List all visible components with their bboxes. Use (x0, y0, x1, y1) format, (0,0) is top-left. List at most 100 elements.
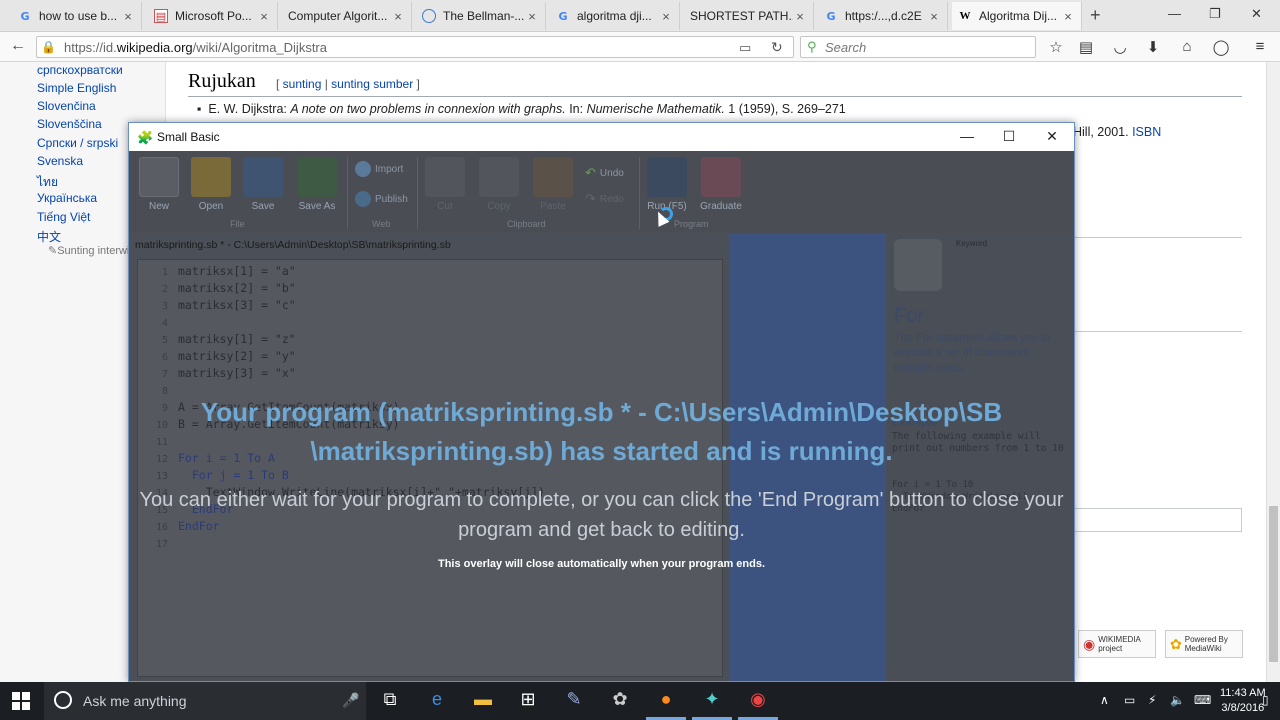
redo-button[interactable]: ↷ Redo (585, 191, 624, 207)
back-arrow-icon[interactable]: ← (8, 37, 28, 57)
scrollbar-thumb[interactable] (1269, 506, 1278, 662)
download-icon[interactable]: ⬇ (1143, 38, 1163, 56)
code-line[interactable]: 1 matriksx[1] = "a" (138, 264, 296, 281)
run-button[interactable]: Run (F5) (643, 157, 691, 212)
graduate-button[interactable]: Graduate (697, 157, 745, 212)
language-link[interactable]: ไทย (37, 173, 58, 192)
mediawiki-logo[interactable]: ✿ Powered By MediaWiki (1165, 630, 1243, 658)
close-tab-icon[interactable]: × (391, 9, 405, 24)
minimize-icon[interactable]: — (955, 128, 979, 144)
notepad-icon[interactable]: ✎ (562, 689, 586, 713)
close-tab-icon[interactable]: × (121, 9, 135, 24)
tab-6[interactable]: SHORTEST PATH... × (684, 2, 814, 30)
tab-1[interactable]: G how to use b... × (12, 2, 142, 30)
code-line[interactable]: 6 matriksy[2] = "y" (138, 349, 296, 366)
close-window-icon[interactable]: ✕ (1251, 6, 1262, 22)
volume-icon[interactable]: 🔈 (1170, 693, 1185, 707)
store-icon[interactable]: ⊞ (516, 689, 540, 713)
home-icon[interactable]: ⌂ (1177, 38, 1197, 55)
small-basic-taskbar-icon[interactable]: ✦ (700, 689, 724, 713)
close-tab-icon[interactable]: × (257, 9, 271, 24)
undo-button[interactable]: ↶ Undo (585, 165, 624, 181)
minimize-icon[interactable]: — (1168, 6, 1181, 21)
page-scrollbar[interactable] (1266, 62, 1280, 682)
window-title-bar[interactable]: 🧩 Small Basic — ☐ ✕ (129, 123, 1074, 151)
isbn-link[interactable]: ISBN (1132, 125, 1161, 139)
reload-icon[interactable]: ↻ (771, 39, 783, 56)
code-line[interactable]: 7 matriksy[3] = "x" (138, 366, 296, 383)
task-view-icon[interactable]: ⧉ (378, 689, 402, 713)
language-link[interactable]: Slovenščina (37, 117, 102, 131)
close-tab-icon[interactable]: × (1061, 9, 1075, 24)
input-icon[interactable]: ⌨ (1194, 693, 1211, 707)
language-link[interactable]: Simple English (37, 81, 116, 95)
action-center-icon[interactable]: ▯ (1262, 693, 1269, 707)
language-link[interactable]: Tiếng Việt (37, 210, 90, 224)
group-label-web: Web (372, 219, 391, 229)
tab-2[interactable]: ▤ Microsoft Po... × (148, 2, 278, 30)
overlay-running-message: Your program (matriksprinting.sb * - C:\… (200, 397, 1003, 466)
line-number: 4 (161, 318, 168, 329)
language-link[interactable]: 中文 (37, 228, 61, 245)
edit-interlanguage-link[interactable]: ✎Sunting interwiki (48, 244, 137, 257)
code-line[interactable]: 4 (138, 315, 178, 332)
file-explorer-icon[interactable]: ▬ (471, 689, 495, 713)
edge-icon[interactable]: e (425, 689, 449, 713)
reading-list-icon[interactable]: ▤ (1076, 38, 1096, 56)
new-button[interactable]: New (139, 157, 179, 212)
close-tab-icon[interactable]: × (927, 9, 941, 24)
close-tab-icon[interactable]: × (793, 9, 807, 24)
publish-button[interactable]: Publish (355, 191, 408, 207)
system-clock[interactable]: 11:43 AM 3/8/2016 (1220, 686, 1266, 716)
line-number: 1 (161, 267, 168, 278)
language-link[interactable]: Svenska (37, 154, 83, 168)
paint-icon[interactable]: ✿ (608, 689, 632, 713)
close-tab-icon[interactable]: × (525, 9, 539, 24)
language-link[interactable]: Slovenčina (37, 99, 96, 113)
cut-button[interactable]: Cut (425, 157, 465, 212)
menu-icon[interactable]: ≡ (1250, 38, 1270, 55)
language-link[interactable]: српскохрватски (37, 63, 123, 77)
restore-icon[interactable]: ❐ (1209, 6, 1221, 22)
edit-link[interactable]: sunting (283, 77, 322, 91)
windows-start-icon[interactable] (12, 692, 30, 710)
close-tab-icon[interactable]: × (659, 9, 673, 24)
close-icon[interactable]: ✕ (1040, 128, 1064, 145)
wikimedia-logo[interactable]: ◉ WIKIMEDIA project (1078, 630, 1156, 658)
tab-5[interactable]: G algoritma dji... × (550, 2, 680, 30)
copy-button[interactable]: Copy (479, 157, 519, 212)
save-button[interactable]: Save (243, 157, 283, 212)
reader-view-icon[interactable]: ▭ (739, 40, 751, 56)
cortana-search-box[interactable]: Ask me anything 🎤 (44, 682, 366, 720)
paste-button[interactable]: Paste (533, 157, 573, 212)
save-as-button[interactable]: Save As (293, 157, 341, 212)
network-icon[interactable]: ⚡ (1148, 693, 1156, 707)
code-line[interactable]: 2 matriksx[2] = "b" (138, 281, 296, 298)
tab-8-active[interactable]: W Algoritma Dij... × (952, 2, 1082, 30)
tab-3[interactable]: Computer Algorit... × (282, 2, 412, 30)
pocket-icon[interactable]: ◡ (1110, 38, 1130, 56)
code-line[interactable]: 3 matriksx[3] = "c" (138, 298, 296, 315)
search-box[interactable]: ⚲ Search (800, 36, 1036, 58)
bookmark-star-icon[interactable]: ☆ (1046, 38, 1066, 56)
tab-7[interactable]: G https:/...,d.c2E × (818, 2, 948, 30)
open-button[interactable]: Open (189, 157, 233, 212)
language-link[interactable]: Српски / srpski (37, 136, 118, 150)
import-button[interactable]: Import (355, 161, 403, 177)
heading-divider (188, 96, 1242, 97)
show-hidden-icons-icon[interactable]: ∧ (1100, 693, 1109, 707)
search-field[interactable] (1074, 508, 1242, 532)
maximize-icon[interactable]: ☐ (997, 128, 1021, 145)
new-tab-icon[interactable]: + (1090, 5, 1101, 26)
chrome-icon[interactable]: ◉ (746, 689, 770, 713)
floppy-disk-icon (243, 157, 283, 197)
code-line[interactable]: 5 matriksy[1] = "z" (138, 332, 296, 349)
edit-source-link[interactable]: sunting sumber (331, 77, 413, 91)
microphone-icon[interactable]: 🎤 (342, 692, 359, 709)
battery-icon[interactable]: ▭ (1124, 693, 1135, 707)
tab-4[interactable]: The Bellman-... × (416, 2, 546, 30)
firefox-icon[interactable]: ● (654, 689, 678, 713)
language-link[interactable]: Українська (37, 191, 97, 205)
chat-icon[interactable]: ◯ (1211, 38, 1231, 56)
url-bar[interactable]: 🔒 https://id.wikipedia.org/wiki/Algoritm… (36, 36, 794, 58)
